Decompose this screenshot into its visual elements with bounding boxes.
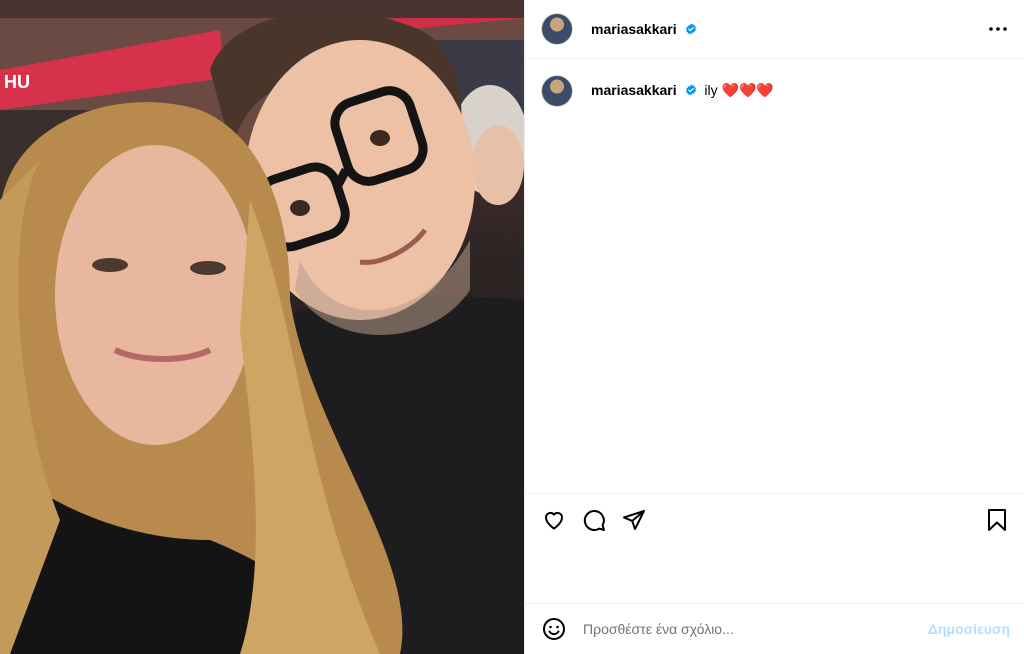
comments-area: mariasakkari ily ❤️❤️❤️ bbox=[525, 59, 1024, 493]
caption-username[interactable]: mariasakkari bbox=[591, 82, 677, 98]
caption-avatar[interactable] bbox=[541, 75, 573, 107]
header-username[interactable]: mariasakkari bbox=[591, 21, 697, 37]
comment-icon bbox=[583, 509, 605, 531]
more-horizontal-icon bbox=[989, 27, 1007, 31]
avatar[interactable] bbox=[541, 13, 573, 45]
verified-badge-icon bbox=[685, 23, 696, 35]
more-options-button[interactable] bbox=[986, 17, 1010, 41]
banner-text: HU bbox=[4, 72, 30, 92]
comment-composer: Δημοσίευση bbox=[525, 603, 1024, 654]
emoji-button[interactable] bbox=[541, 616, 567, 642]
action-bar bbox=[525, 493, 1024, 545]
post-comment-button[interactable]: Δημοσίευση bbox=[928, 621, 1010, 637]
bookmark-icon bbox=[988, 508, 1006, 531]
caption: mariasakkari ily ❤️❤️❤️ bbox=[541, 75, 1008, 107]
share-button[interactable] bbox=[619, 505, 649, 535]
smiley-icon bbox=[543, 618, 565, 640]
like-button[interactable] bbox=[539, 505, 569, 535]
post-header: mariasakkari bbox=[525, 0, 1024, 59]
post-modal: HU mariasakkari mariasakkari ily ❤️❤️❤️ … bbox=[0, 0, 1024, 654]
username-text[interactable]: mariasakkari bbox=[591, 21, 677, 37]
caption-body: ily ❤️❤️❤️ bbox=[704, 82, 774, 98]
save-button[interactable] bbox=[982, 505, 1012, 535]
comment-input[interactable] bbox=[581, 620, 918, 638]
comment-button[interactable] bbox=[579, 505, 609, 535]
paper-plane-icon bbox=[623, 509, 645, 530]
post-photo[interactable]: HU bbox=[0, 0, 524, 654]
caption-text-block: mariasakkari ily ❤️❤️❤️ bbox=[591, 75, 774, 99]
selfie-illustration: HU bbox=[0, 0, 524, 654]
likes-area bbox=[525, 545, 1024, 603]
heart-icon bbox=[544, 511, 564, 529]
post-side-panel: mariasakkari mariasakkari ily ❤️❤️❤️ Προ… bbox=[524, 0, 1024, 654]
verified-badge-icon bbox=[685, 84, 696, 96]
